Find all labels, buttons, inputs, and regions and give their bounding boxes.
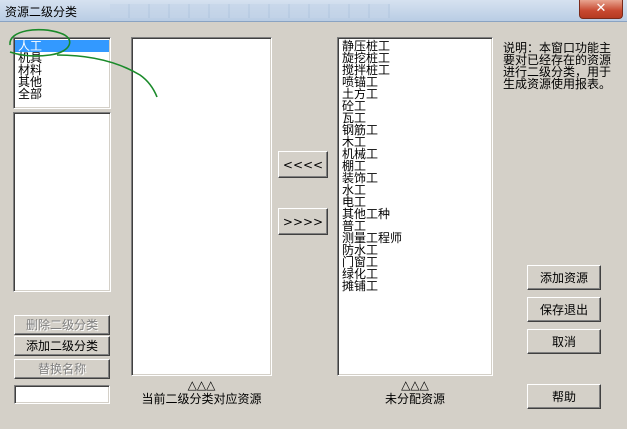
move-right-button[interactable]: >>>> <box>278 208 328 235</box>
unassigned-arrows: △△△ <box>401 378 429 392</box>
assigned-arrows: △△△ <box>187 378 216 392</box>
add-sub-category-button[interactable]: 添加二级分类 <box>14 336 110 356</box>
assigned-resource-list[interactable] <box>131 37 272 376</box>
rename-input[interactable] <box>14 385 110 404</box>
unassigned-resource-list[interactable]: 静压桩工 旋挖桩工 搅拌桩工 喷锚工 土方工 砼工 瓦工 钢筋工 木工 机械工 棚工 装饰工 水工 电工其… <box>337 37 493 376</box>
window-title: 资源二级分类 <box>5 5 78 19</box>
cancel-button[interactable]: 取消 <box>527 329 601 354</box>
title-bar-strip <box>110 4 390 18</box>
description-text: 说明：本窗口功能主要对已经存在的资源进行二级分类，用于生成资源使用报表。 <box>503 41 612 91</box>
delete-sub-category-button[interactable]: 删除二级分类 <box>14 315 110 335</box>
unassigned-resource-label: 未分配资源 <box>384 392 445 406</box>
sub-category-list[interactable] <box>13 112 111 292</box>
move-left-button[interactable]: <<<< <box>278 151 328 178</box>
save-exit-button[interactable]: 保存退出 <box>527 297 601 322</box>
add-resource-button[interactable]: 添加资源 <box>527 265 601 290</box>
assigned-resource-label: 当前二级分类对应资源 <box>141 392 262 406</box>
category-list[interactable]: 人工 机具 材料 其他 全部 <box>13 37 111 109</box>
unassigned-resource-item[interactable]: 摊铺工 <box>339 280 491 292</box>
rename-button[interactable]: 替换名称 <box>14 359 110 379</box>
help-button[interactable]: 帮助 <box>527 384 601 409</box>
category-item[interactable]: 全部 <box>15 88 109 100</box>
close-button[interactable]: ✕ <box>579 0 623 19</box>
title-bar: 资源二级分类 ✕ <box>0 0 627 22</box>
